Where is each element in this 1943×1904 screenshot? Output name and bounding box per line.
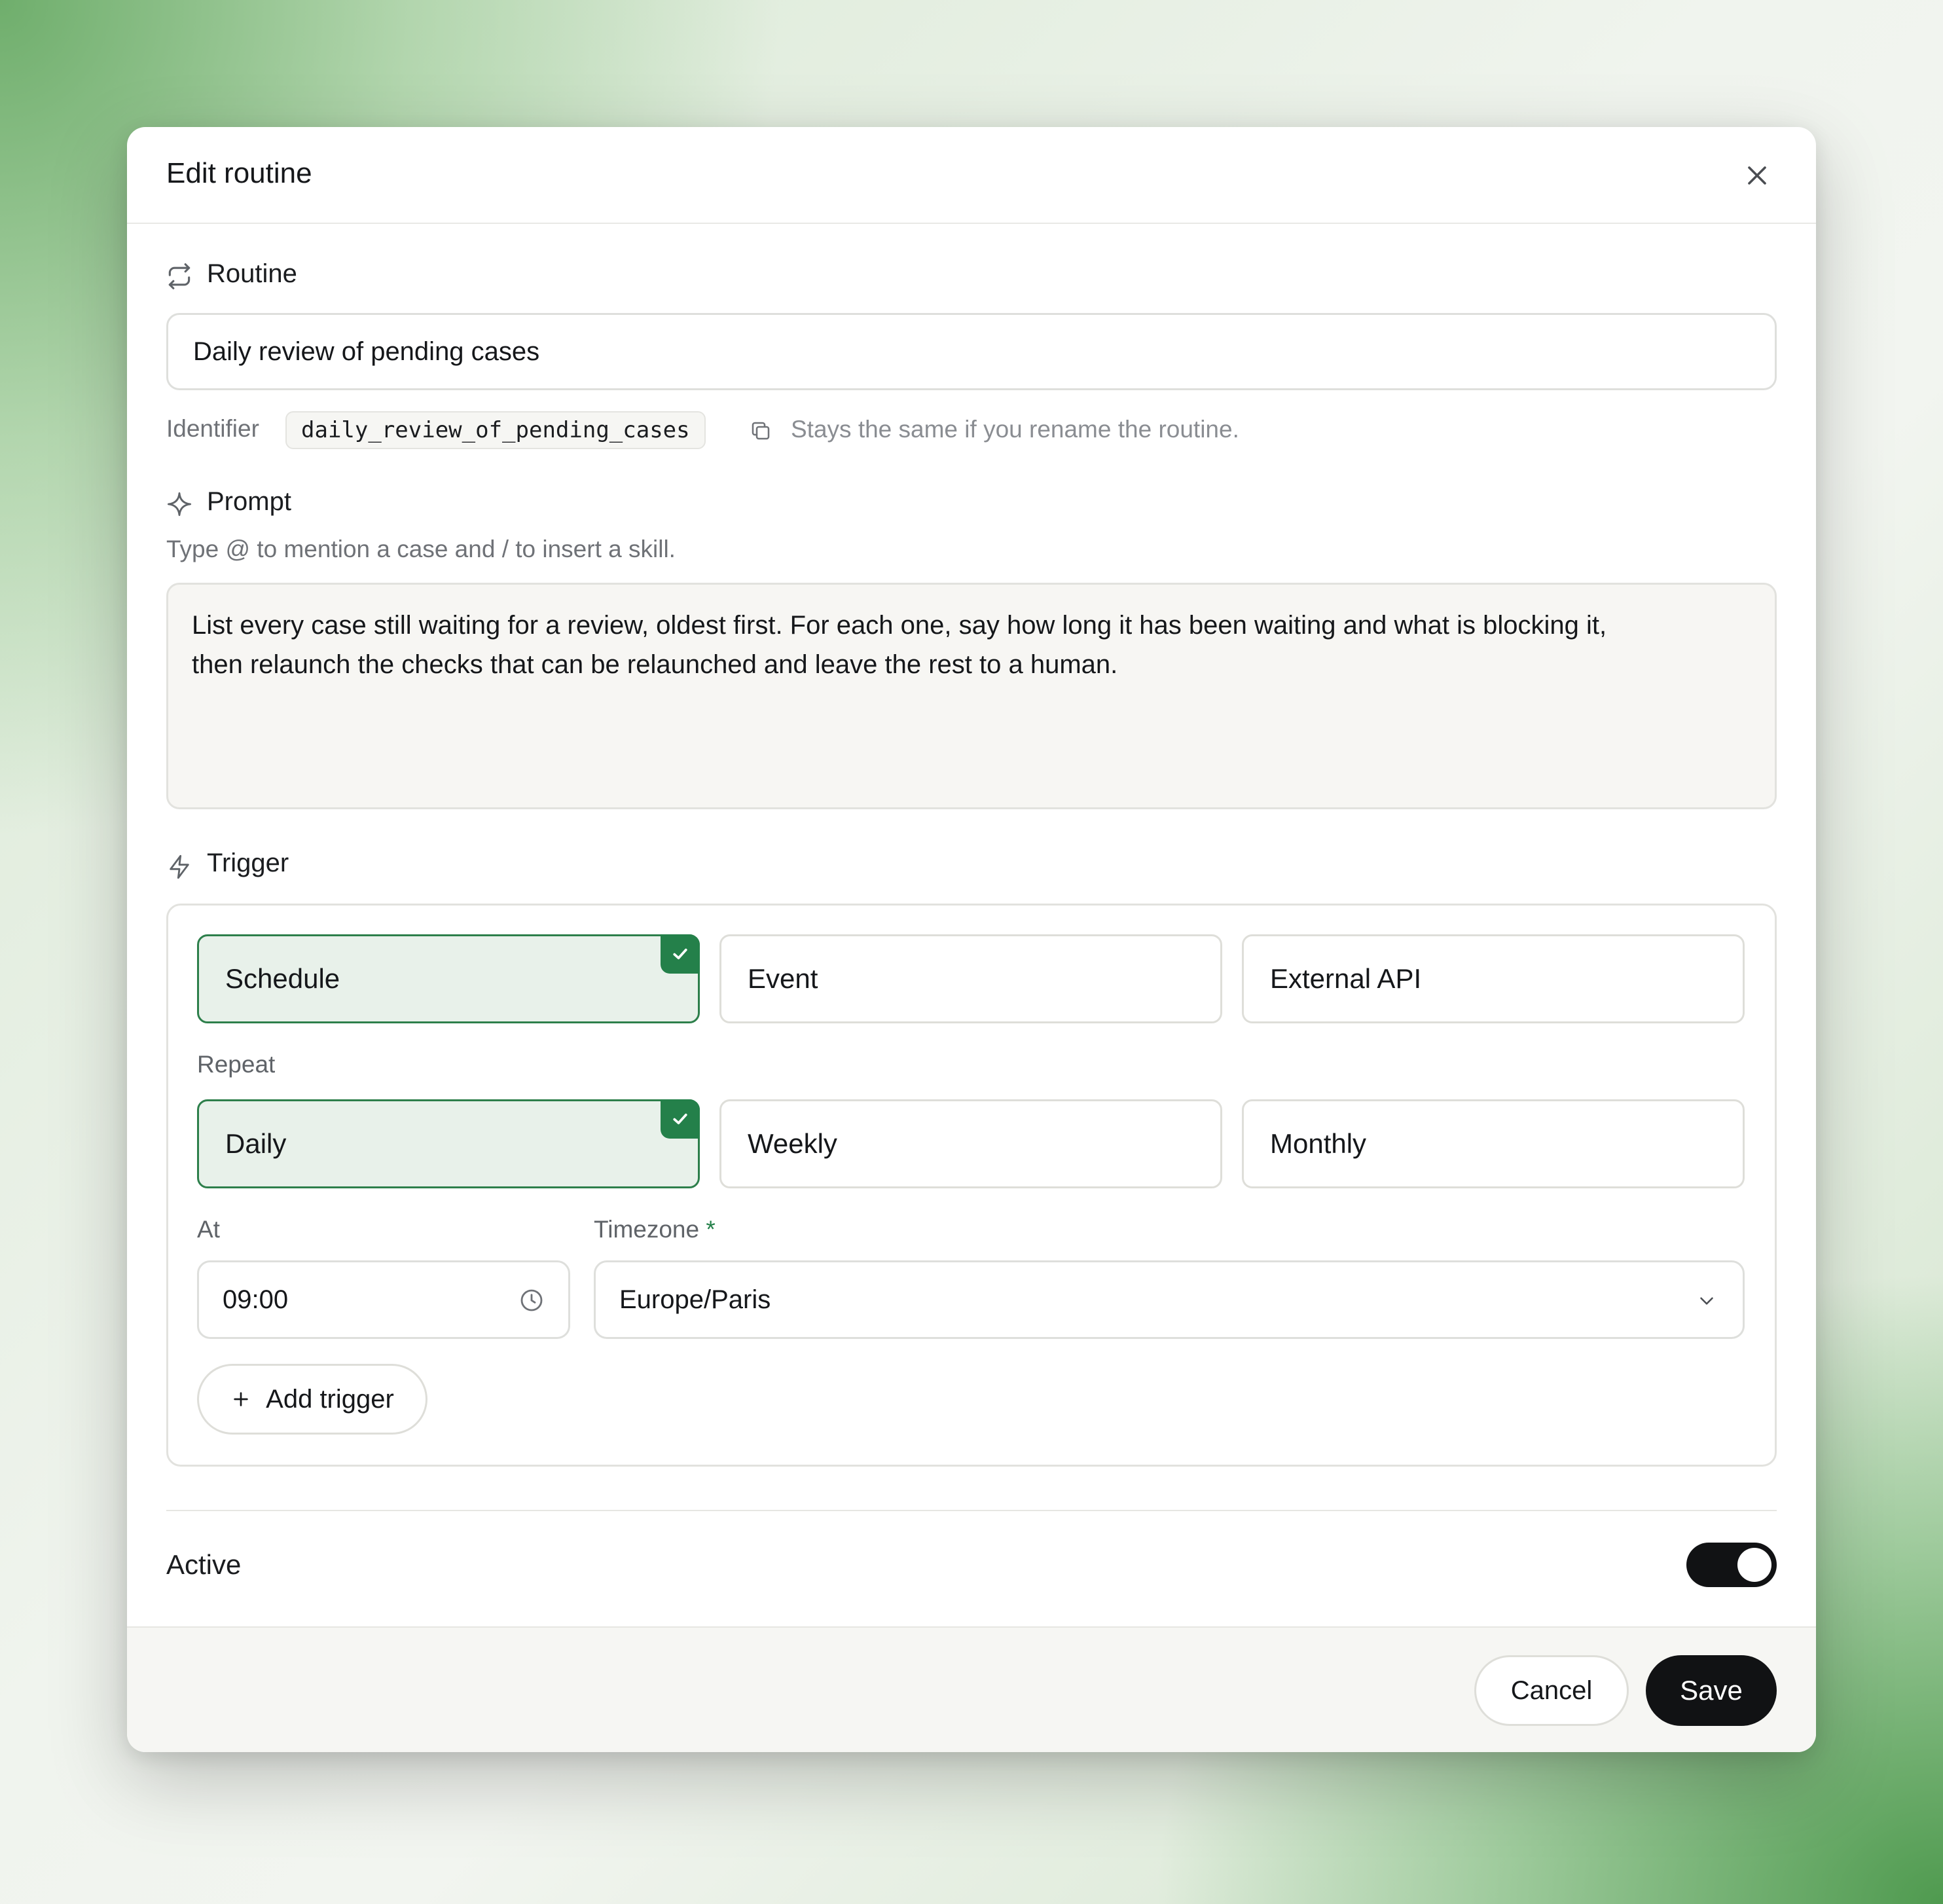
copy-icon[interactable]: [749, 419, 772, 443]
repeat-option-label: Weekly: [748, 1128, 837, 1159]
prompt-line-1: List every case still waiting for a revi…: [192, 611, 1607, 640]
repeat-option-label: Monthly: [1270, 1128, 1367, 1159]
chevron-down-icon: [1700, 1297, 1713, 1305]
dialog-footer: Cancel Save: [127, 1626, 1816, 1752]
repeat-option-monthly[interactable]: Monthly: [1242, 1099, 1745, 1188]
routine-name-value: Daily review of pending cases: [193, 337, 540, 366]
routine-section-label: Routine: [207, 259, 297, 288]
check-icon: [673, 1113, 687, 1125]
timezone-label: Timezone *: [594, 1216, 716, 1243]
selected-badge: [661, 934, 700, 974]
close-button[interactable]: [1741, 160, 1773, 191]
prompt-line-2: then relaunch the checks that can be rel…: [192, 650, 1118, 679]
identifier-chip: daily_review_of_pending_cases: [285, 411, 706, 449]
save-button[interactable]: Save: [1646, 1655, 1777, 1726]
cancel-label: Cancel: [1510, 1675, 1593, 1705]
check-icon: [673, 948, 687, 960]
trigger-type-label: Event: [748, 963, 818, 994]
trigger-type-external-api[interactable]: External API: [1242, 934, 1745, 1023]
required-mark: *: [706, 1216, 716, 1243]
trigger-type-label: External API: [1270, 963, 1422, 994]
repeat-option-daily[interactable]: Daily: [197, 1099, 700, 1188]
timezone-label-text: Timezone: [594, 1216, 700, 1243]
prompt-textarea[interactable]: List every case still waiting for a revi…: [166, 583, 1777, 809]
sparkle-icon: [167, 492, 192, 517]
lightning-icon: [170, 854, 189, 879]
close-icon: [1748, 166, 1766, 185]
active-label: Active: [166, 1549, 242, 1580]
timezone-select[interactable]: Europe/Paris: [594, 1260, 1745, 1339]
prompt-hint: Type @ to mention a case and / to insert…: [166, 536, 676, 562]
identifier-value: daily_review_of_pending_cases: [301, 417, 690, 443]
trigger-section-label: Trigger: [207, 849, 289, 877]
identifier-label: Identifier: [166, 415, 259, 442]
at-label: At: [197, 1216, 220, 1243]
toggle-knob: [1737, 1548, 1771, 1582]
trigger-type-label: Schedule: [225, 963, 340, 994]
time-value: 09:00: [223, 1285, 289, 1314]
add-trigger-button[interactable]: Add trigger: [197, 1364, 427, 1435]
save-label: Save: [1680, 1675, 1743, 1706]
repeat-option-weekly[interactable]: Weekly: [719, 1099, 1222, 1188]
trigger-card: Schedule Event External API Repeat Daily…: [166, 904, 1777, 1467]
routine-name-input[interactable]: Daily review of pending cases: [166, 313, 1777, 390]
repeat-option-label: Daily: [225, 1128, 287, 1159]
dialog-header: Edit routine: [127, 127, 1816, 224]
active-toggle[interactable]: [1686, 1543, 1777, 1587]
cancel-button[interactable]: Cancel: [1474, 1655, 1629, 1726]
prompt-section-label: Prompt: [207, 487, 291, 516]
section-divider: [166, 1510, 1777, 1511]
time-input[interactable]: 09:00: [197, 1260, 570, 1339]
edit-routine-dialog: Edit routine Routine Daily review of pen…: [127, 127, 1816, 1752]
dialog-title: Edit routine: [166, 157, 312, 189]
trigger-type-schedule[interactable]: Schedule: [197, 934, 700, 1023]
plus-icon: [234, 1392, 248, 1406]
timezone-value: Europe/Paris: [619, 1285, 771, 1314]
add-trigger-label: Add trigger: [266, 1384, 394, 1414]
trigger-type-event[interactable]: Event: [719, 934, 1222, 1023]
repeat-icon: [168, 263, 191, 289]
selected-badge: [661, 1099, 700, 1139]
clock-icon: [520, 1289, 543, 1311]
repeat-label: Repeat: [197, 1051, 276, 1078]
identifier-hint: Stays the same if you rename the routine…: [791, 416, 1239, 443]
